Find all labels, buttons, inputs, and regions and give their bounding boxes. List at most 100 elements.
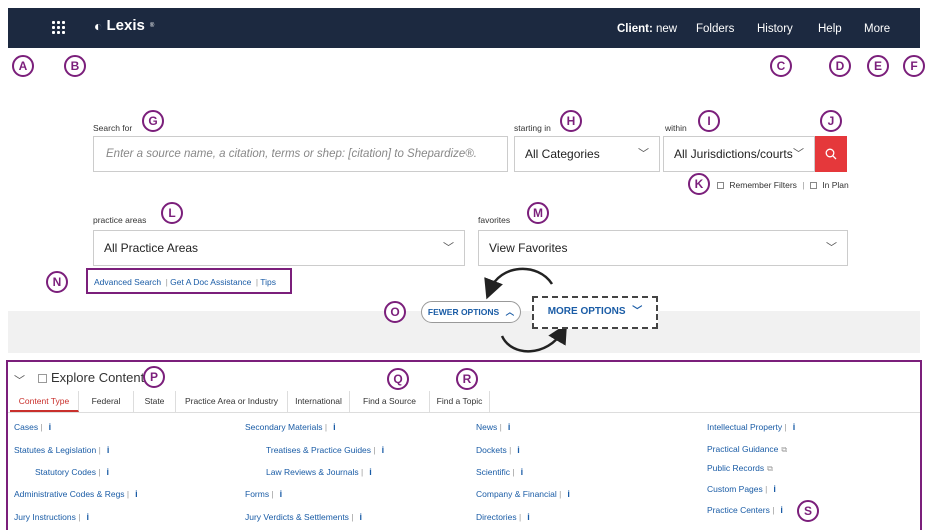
client-label: Client: [617,23,653,35]
brand-mark: ® [149,22,155,29]
info-icon[interactable]: i [508,422,511,432]
tab-practice-area[interactable]: Practice Area or Industry [176,391,288,412]
explore-content-title: Explore Content [51,370,145,385]
marker-d: D [829,55,851,77]
link-forms[interactable]: Forms | i [245,489,282,499]
app-grid-icon[interactable] [52,21,66,35]
nav-client[interactable]: Client: new [617,23,677,35]
marker-e: E [867,55,889,77]
marker-c: C [770,55,792,77]
link-scientific[interactable]: Scientific | i [476,467,523,477]
info-icon[interactable]: i [567,489,570,499]
collapse-chevron-icon[interactable]: ﹀ [14,372,25,388]
info-icon[interactable]: i [49,422,52,432]
marker-q: Q [387,368,409,390]
remember-filters-checkbox[interactable] [717,182,724,190]
link-custom-pages[interactable]: Custom Pages | i [707,484,776,494]
in-plan-checkbox[interactable] [809,182,817,190]
category-select-value: All Categories [525,147,600,161]
link-practice-centers[interactable]: Practice Centers | i [707,505,783,515]
link-jury-verdicts[interactable]: Jury Verdicts & Settlements | i [245,512,362,522]
info-icon[interactable]: i [382,445,385,455]
link-intellectual-property[interactable]: Intellectual Property | i [707,422,795,432]
marker-f: F [903,55,925,77]
marker-g: G [142,110,164,132]
info-icon[interactable]: i [86,512,89,522]
brand-name: Lexis [106,17,145,34]
search-icon [825,148,837,160]
client-value: new [655,23,678,35]
chevron-down-icon: ﹀ [826,242,837,254]
link-cases[interactable]: Cases | i [14,422,51,432]
link-jury-instructions[interactable]: Jury Instructions | i [14,512,89,522]
marker-a: A [12,55,34,77]
link-law-reviews[interactable]: Law Reviews & Journals | i [266,467,372,477]
search-input[interactable]: Enter a source name, a citation, terms o… [93,136,508,172]
chevron-down-icon: ﹀ [638,148,649,160]
marker-s: S [797,500,819,522]
marker-p: P [143,366,165,388]
info-icon[interactable]: i [517,445,520,455]
tab-content-type[interactable]: Content Type [10,391,79,412]
remember-filters[interactable]: Remember Filters | In Plan [717,180,849,190]
info-icon[interactable]: i [107,445,110,455]
info-icon[interactable]: i [135,489,138,499]
tab-state[interactable]: State [134,391,176,412]
info-icon[interactable]: i [527,512,530,522]
nav-more[interactable]: More [864,23,890,35]
marker-j: J [820,110,842,132]
chevron-up-icon: ︿ [505,307,515,317]
search-links-box: Advanced Search | Get A Doc Assistance |… [86,268,292,294]
info-icon[interactable]: i [521,467,524,477]
lexis-logo[interactable]: ◐ Lexis ® [94,17,154,34]
get-a-doc-link[interactable]: Get A Doc Assistance [170,277,251,287]
lexis-swirl-icon: ◐ [94,17,103,34]
info-icon[interactable]: i [780,505,783,515]
marker-i: I [698,110,720,132]
chevron-down-icon: ﹀ [443,242,454,254]
more-options-button[interactable]: MORE OPTIONS ﹀ [538,302,652,324]
external-link-icon: ⧉ [767,464,773,473]
link-treatises[interactable]: Treatises & Practice Guides | i [266,445,384,455]
tab-international[interactable]: International [288,391,350,412]
link-admin-codes[interactable]: Administrative Codes & Regs | i [14,489,138,499]
category-select[interactable]: All Categories ﹀ [514,136,660,172]
link-practical-guidance[interactable]: Practical Guidance ⧉ [707,444,787,455]
link-news[interactable]: News | i [476,422,510,432]
tab-find-a-source[interactable]: Find a Source [350,391,430,412]
nav-help[interactable]: Help [818,23,842,35]
info-icon[interactable]: i [107,467,110,477]
within-label: within [665,123,687,133]
nav-folders[interactable]: Folders [696,23,734,35]
fewer-options-button[interactable]: FEWER OPTIONS ︿ [421,301,521,323]
info-icon[interactable]: i [369,467,372,477]
link-statutes[interactable]: Statutes & Legislation | i [14,445,109,455]
link-dockets[interactable]: Dockets | i [476,445,520,455]
jurisdiction-select[interactable]: All Jurisdictions/courts ﹀ [663,136,815,172]
link-statutory-codes[interactable]: Statutory Codes | i [35,467,109,477]
link-secondary-materials[interactable]: Secondary Materials | i [245,422,336,432]
tab-federal[interactable]: Federal [79,391,134,412]
link-public-records[interactable]: Public Records ⧉ [707,463,773,474]
info-icon[interactable]: i [333,422,336,432]
link-directories[interactable]: Directories | i [476,512,530,522]
info-icon[interactable]: i [280,489,283,499]
advanced-search-link[interactable]: Advanced Search [94,277,161,287]
link-company-financial[interactable]: Company & Financial | i [476,489,570,499]
search-button[interactable] [815,136,847,172]
marker-r: R [456,368,478,390]
favorites-value: View Favorites [489,241,568,255]
in-plan-label: In Plan [822,180,849,190]
chevron-down-icon: ﹀ [632,306,643,317]
tab-find-a-topic[interactable]: Find a Topic [430,391,490,412]
more-options-label: MORE OPTIONS [547,306,626,317]
nav-history[interactable]: History [757,23,793,35]
info-icon[interactable]: i [360,512,363,522]
jurisdiction-select-value: All Jurisdictions/courts [674,147,793,161]
info-icon[interactable]: i [773,484,776,494]
external-link-icon: ⧉ [781,445,788,454]
tips-link[interactable]: Tips [260,277,276,287]
favorites-select[interactable]: View Favorites ﹀ [478,230,848,266]
practice-areas-select[interactable]: All Practice Areas ﹀ [93,230,465,266]
info-icon[interactable]: i [793,422,796,432]
